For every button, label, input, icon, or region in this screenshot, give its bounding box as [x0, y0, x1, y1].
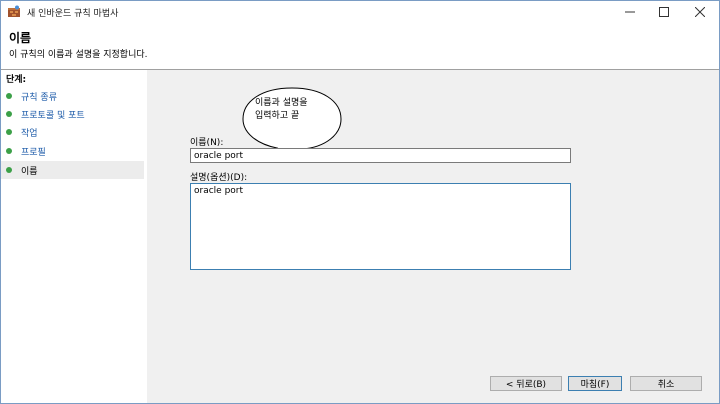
maximize-icon [659, 7, 669, 17]
minimize-button[interactable] [613, 1, 647, 23]
bullet-icon [6, 148, 12, 154]
step-label: 프로필 [21, 148, 46, 158]
bullet-icon [6, 129, 12, 135]
step-action[interactable]: 작업 [1, 123, 144, 141]
steps-sidebar: 단계: 규칙 종류 프로토콜 및 포트 작업 프로필 이름 [1, 70, 147, 403]
description-label: 설명(옵션)(D): [190, 173, 248, 183]
callout-line-1: 이름과 설명을 [255, 98, 308, 108]
maximize-button[interactable] [647, 1, 681, 23]
back-button[interactable]: < 뒤로(B) [490, 376, 562, 391]
callout-text: 이름과 설명을 입력하고 끝 [255, 97, 329, 123]
steps-heading: 단계: [6, 75, 27, 85]
close-icon [695, 7, 705, 17]
finish-button[interactable]: 마침(F) [568, 376, 622, 391]
description-input[interactable]: oracle port [190, 183, 571, 270]
step-profile[interactable]: 프로필 [1, 142, 144, 160]
step-rule-type[interactable]: 규칙 종류 [1, 87, 144, 105]
step-label: 규칙 종류 [21, 93, 57, 103]
page-header: 이름 이 규칙의 이름과 설명을 지정합니다. [1, 23, 719, 69]
page-title: 이름 [9, 31, 32, 45]
window-title: 새 인바운드 규칙 마법사 [27, 9, 119, 19]
firewall-app-icon [8, 5, 20, 17]
close-button[interactable] [683, 1, 717, 23]
bullet-icon [6, 167, 12, 173]
step-label: 작업 [21, 129, 38, 139]
step-label: 프로토콜 및 포트 [21, 111, 85, 121]
callout-line-2: 입력하고 끝 [255, 111, 300, 121]
title-bar: 새 인바운드 규칙 마법사 [1, 1, 719, 23]
step-label: 이름 [21, 167, 38, 177]
page-subtitle: 이 규칙의 이름과 설명을 지정합니다. [9, 50, 148, 60]
name-label: 이름(N): [190, 138, 224, 148]
bullet-icon [6, 93, 12, 99]
minimize-icon [625, 11, 635, 13]
wizard-window: 새 인바운드 규칙 마법사 이름 이 규칙의 이름과 설명을 지정합니다. 단계… [0, 0, 720, 404]
step-protocol-ports[interactable]: 프로토콜 및 포트 [1, 105, 144, 123]
step-name[interactable]: 이름 [1, 161, 144, 179]
cancel-button[interactable]: 취소 [630, 376, 702, 391]
bullet-icon [6, 111, 12, 117]
name-input[interactable]: oracle port [190, 148, 571, 163]
main-content: 이름과 설명을 입력하고 끝 이름(N): oracle port 설명(옵션)… [147, 70, 719, 403]
